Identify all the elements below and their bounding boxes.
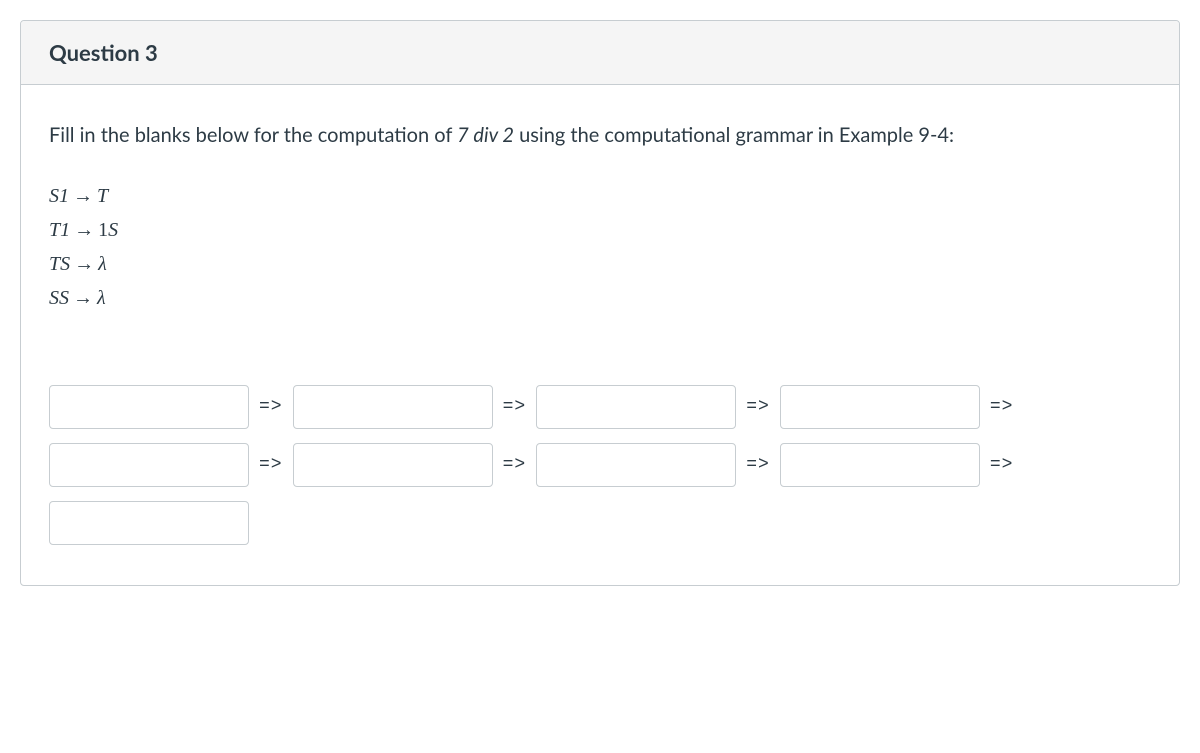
question-title: Question 3 <box>49 39 1151 66</box>
blank-input-6[interactable] <box>293 443 493 487</box>
fill-blanks-area: => => => => => => => => <box>49 385 1149 545</box>
rule-rhs: λ <box>97 287 106 309</box>
blank-input-9[interactable] <box>49 501 249 545</box>
arrow-icon: → <box>70 219 98 241</box>
blank-input-7[interactable] <box>536 443 736 487</box>
prompt-text-2: using the computational grammar in Examp… <box>514 123 954 147</box>
blank-input-4[interactable] <box>780 385 980 429</box>
blank-input-5[interactable] <box>49 443 249 487</box>
derives-symbol: => <box>259 397 283 417</box>
arrow-icon: → <box>70 253 98 275</box>
derives-symbol: => <box>990 455 1014 475</box>
blank-input-2[interactable] <box>293 385 493 429</box>
prompt-italic: 7 div 2 <box>457 123 514 147</box>
grammar-rule: T1→1S <box>49 213 1151 247</box>
rule-lhs: S1 <box>49 185 69 207</box>
derives-symbol: => <box>990 397 1014 417</box>
rule-rhs: 1S <box>98 219 118 241</box>
blank-input-8[interactable] <box>780 443 980 487</box>
derives-symbol: => <box>746 455 770 475</box>
arrow-icon: → <box>69 287 97 309</box>
derives-symbol: => <box>503 397 527 417</box>
rule-lhs: T1 <box>49 219 70 241</box>
rule-rhs: λ <box>98 253 107 275</box>
rule-lhs: SS <box>49 287 69 309</box>
blank-input-1[interactable] <box>49 385 249 429</box>
grammar-rule: S1→T <box>49 179 1151 213</box>
blank-input-3[interactable] <box>536 385 736 429</box>
grammar-rule: TS→λ <box>49 247 1151 281</box>
grammar-rule: SS→λ <box>49 281 1151 315</box>
rule-rhs: T <box>97 185 108 207</box>
rule-lhs: TS <box>49 253 70 275</box>
prompt-text-1: Fill in the blanks below for the computa… <box>49 123 457 147</box>
derives-symbol: => <box>746 397 770 417</box>
derives-symbol: => <box>259 455 283 475</box>
derives-symbol: => <box>503 455 527 475</box>
arrow-icon: → <box>69 185 97 207</box>
question-container: Question 3 Fill in the blanks below for … <box>20 20 1180 586</box>
grammar-rules: S1→T T1→1S TS→λ SS→λ <box>49 179 1151 315</box>
question-header: Question 3 <box>21 21 1179 85</box>
question-body: Fill in the blanks below for the computa… <box>21 85 1179 585</box>
question-prompt: Fill in the blanks below for the computa… <box>49 119 1151 151</box>
